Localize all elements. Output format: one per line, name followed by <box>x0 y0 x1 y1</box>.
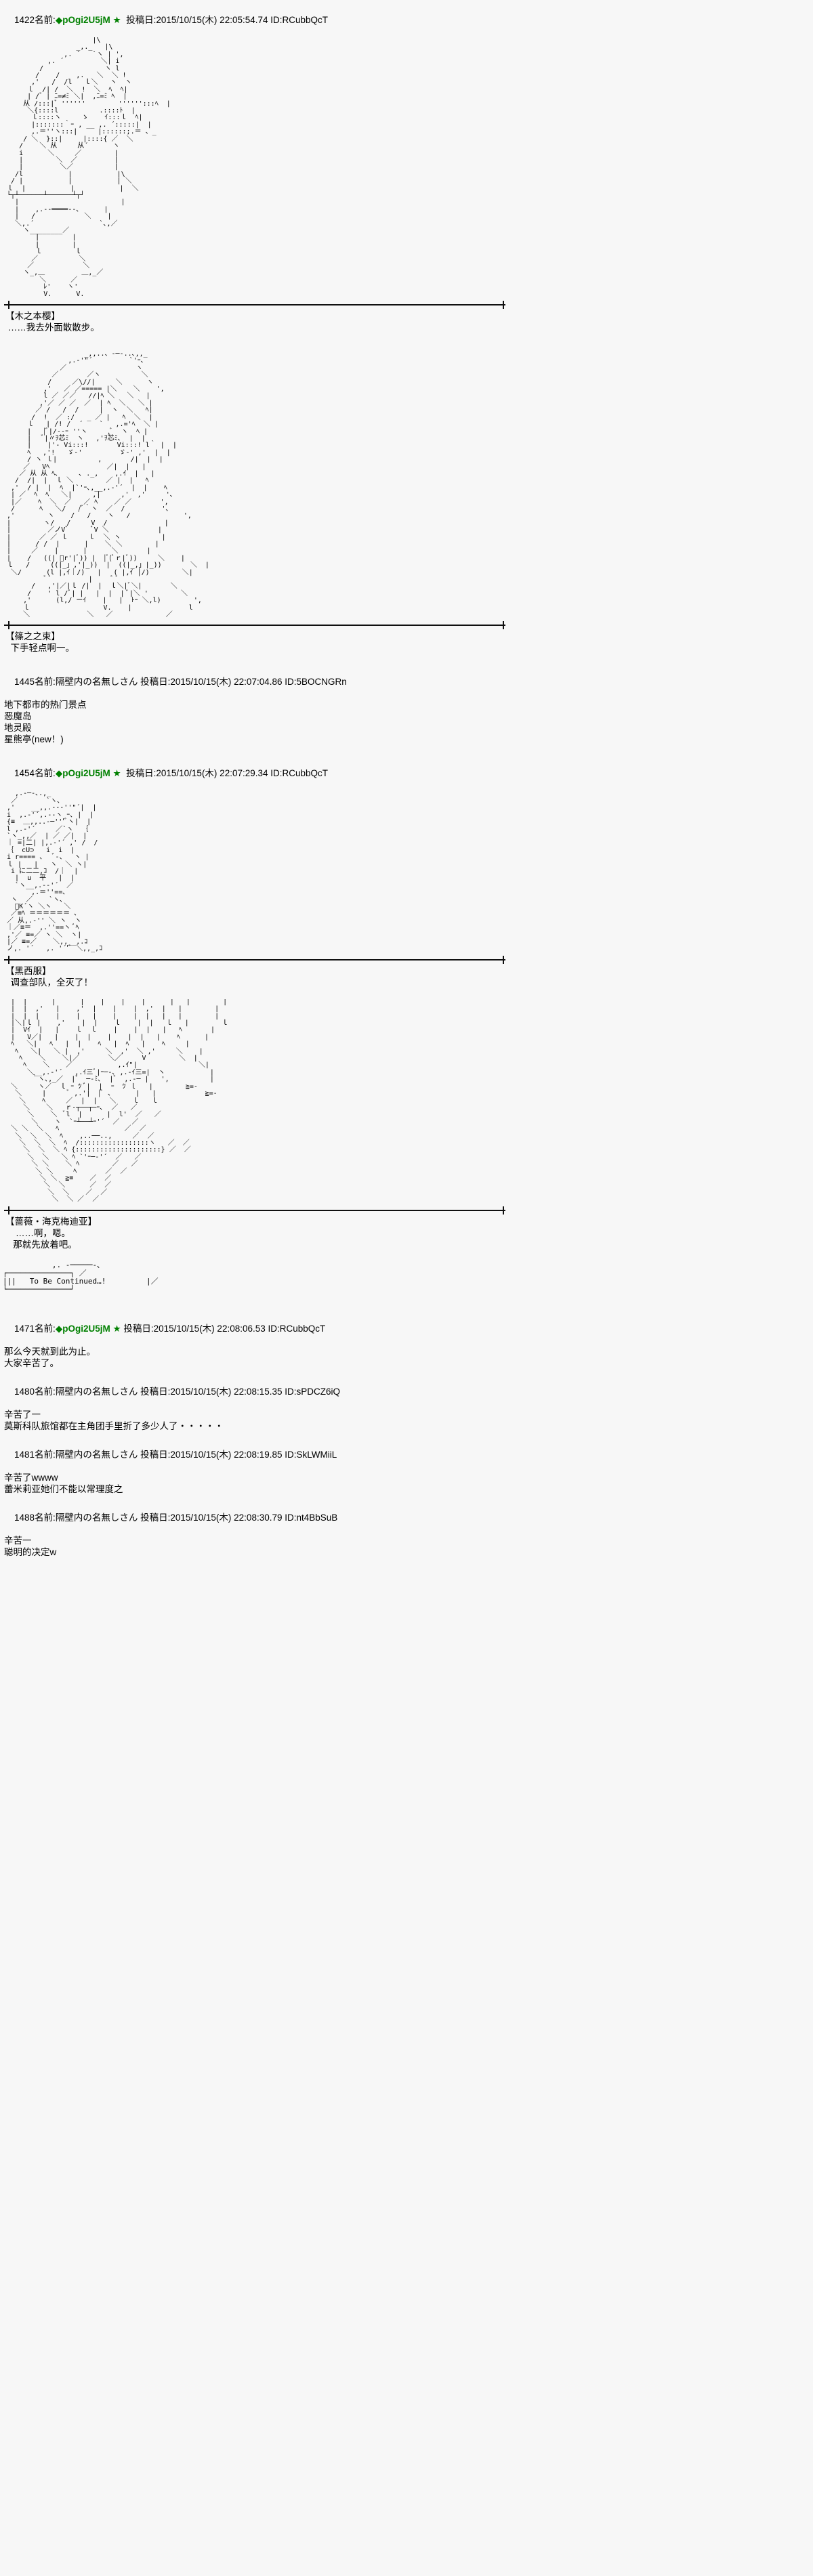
star-icon: ★ <box>112 15 121 25</box>
post-body-1481: 辛苦了wwww 蕾米莉亚她们不能以常理度之 <box>0 1472 813 1495</box>
id-label: ID: <box>268 1323 280 1334</box>
ascii-art-3: ,.-─-､.,_ ／ `ヽ､ ,' __,,.-‐‐''"´| | i ,.-… <box>7 790 103 953</box>
date-label: 投稿日: <box>140 677 171 688</box>
speaker-name-1: 【木之本樱】 <box>5 311 60 322</box>
name-label: 名前: <box>35 1323 56 1334</box>
post-body-1488: 辛苦一 聪明的决定w <box>0 1535 813 1558</box>
post-line: 聪明的决定w <box>4 1546 57 1557</box>
post-line: 辛苦了一 <box>4 1409 41 1420</box>
dialog-line-2: 下手轻点啊一。 <box>5 643 75 654</box>
post-header-1422: 1422名前:◆pOgi2U5jM ★ 投稿日:2015/10/15(木) 22… <box>0 3 813 37</box>
scene-divider-1 <box>0 299 813 310</box>
post-number[interactable]: 1445 <box>14 677 35 687</box>
id-label: ID: <box>285 1512 297 1523</box>
id-label: ID: <box>270 768 283 779</box>
post-line: 那么今天就到此为止。 <box>4 1346 96 1357</box>
post-date: 2015/10/15(木) 22:05:54.74 <box>156 15 268 25</box>
post-body-1480: 辛苦了一 莫斯科队旅馆都在主角团手里折了多少人了・・・・・ <box>0 1409 813 1432</box>
post-header-1471: 1471名前:◆pOgi2U5jM ★ 投稿日:2015/10/15(木) 22… <box>0 1311 813 1346</box>
post-author-trip[interactable]: ◆pOgi2U5jM <box>56 15 110 25</box>
post-line: 地下都市的热门景点 <box>4 700 87 711</box>
post-author-trip[interactable]: ◆pOgi2U5jM <box>56 768 110 778</box>
post-number[interactable]: 1422 <box>14 15 35 25</box>
post-line: 地灵殿 <box>4 723 32 734</box>
post-date: 2015/10/15(木) 22:07:04.86 <box>170 677 283 688</box>
id-label: ID: <box>285 1449 297 1460</box>
id-label: ID: <box>285 677 297 688</box>
post-body-1471: 那么今天就到此为止。 大家辛苦了。 <box>0 1346 813 1369</box>
post-body-1445: 地下都市的热门景点 恶魔岛 地灵殿 星熊亭(new！) <box>0 699 813 745</box>
post-id: RCubbQcT <box>282 768 329 779</box>
star-icon: ★ <box>112 1323 121 1334</box>
post-author: 隔壁内の名無しさん <box>55 1386 138 1397</box>
date-label: 投稿日: <box>140 1449 171 1460</box>
scene-divider-3 <box>0 954 813 964</box>
id-label: ID: <box>270 15 283 25</box>
post-line: 辛苦了wwww <box>4 1472 58 1483</box>
post-line: 莫斯科队旅馆都在主角团手里折了多少人了・・・・・ <box>4 1420 224 1431</box>
to-be-continued-banner: ,. -─────-､ ┌──────────────┐ ／ ||| To Be… <box>0 1261 813 1294</box>
speaker-name-3: 【黑西服】 <box>5 965 51 976</box>
dialog-line-3: 调查部队，全灭了！ <box>5 977 93 988</box>
post-number[interactable]: 1454 <box>14 768 35 778</box>
speaker-name-4: 【蔷薇・海克梅迪亚】 <box>5 1216 97 1227</box>
post-id: SkLWMiiL <box>296 1449 337 1460</box>
post-line: 蕾米莉亚她们不能以常理度之 <box>4 1483 123 1494</box>
post-date: 2015/10/15(木) 22:08:19.85 <box>170 1449 283 1460</box>
scene-divider-2 <box>0 620 813 630</box>
speaker-name-2: 【篠之之束】 <box>5 631 60 642</box>
post-author: 隔壁内の名無しさん <box>55 1512 138 1523</box>
post-id: sPDCZ6iQ <box>296 1386 341 1397</box>
post-author-trip[interactable]: ◆pOgi2U5jM <box>56 1324 110 1334</box>
post-line: 辛苦一 <box>4 1535 32 1546</box>
star-icon: ★ <box>112 768 121 779</box>
post-author: 隔壁内の名無しさん <box>55 1449 138 1460</box>
post-date: 2015/10/15(木) 22:08:15.35 <box>170 1386 283 1397</box>
post-author: 隔壁内の名無しさん <box>55 677 138 688</box>
post-line: 大家辛苦了。 <box>4 1357 59 1368</box>
post-date: 2015/10/15(木) 22:08:06.53 <box>153 1323 266 1334</box>
post-header-1454: 1454名前:◆pOgi2U5jM ★ 投稿日:2015/10/15(木) 22… <box>0 756 813 790</box>
post-line: 星熊亭(new！) <box>4 734 64 745</box>
post-id: RCubbQcT <box>279 1323 326 1334</box>
post-number[interactable]: 1480 <box>14 1387 35 1397</box>
date-label: 投稿日: <box>126 768 157 779</box>
scene-divider-4 <box>0 1205 813 1215</box>
name-label: 名前: <box>35 768 56 779</box>
name-label: 名前: <box>35 677 56 688</box>
post-date: 2015/10/15(木) 22:07:29.34 <box>156 768 268 779</box>
post-header-1480: 1480名前:隔壁内の名無しさん 投稿日:2015/10/15(木) 22:08… <box>0 1374 813 1409</box>
post-id: nt4BbSuB <box>296 1512 338 1523</box>
thread-page: 1422名前:◆pOgi2U5jM ★ 投稿日:2015/10/15(木) 22… <box>0 0 813 1558</box>
post-header-1445: 1445名前:隔壁内の名無しさん 投稿日:2015/10/15(木) 22:07… <box>0 664 813 699</box>
post-header-1488: 1488名前:隔壁内の名無しさん 投稿日:2015/10/15(木) 22:08… <box>0 1500 813 1535</box>
name-label: 名前: <box>35 1449 56 1460</box>
post-date: 2015/10/15(木) 22:08:30.79 <box>170 1512 283 1523</box>
post-header-1481: 1481名前:隔壁内の名無しさん 投稿日:2015/10/15(木) 22:08… <box>0 1437 813 1472</box>
post-line: 恶魔岛 <box>4 711 32 722</box>
dialog-line-4: ……啊，嗯。 那就先放着吧。 <box>13 1227 77 1250</box>
name-label: 名前: <box>35 1512 56 1523</box>
ascii-art-4: | | | | | | | | | | | | ,' | ,' | | | ,'… <box>11 998 228 1204</box>
post-number[interactable]: 1488 <box>14 1513 35 1523</box>
date-label: 投稿日: <box>126 15 157 25</box>
ascii-art-1: |\ _,._ |\ ,. ´ `ヽ | ', ,. ´ ＼| i / ヽ l … <box>7 37 171 298</box>
date-label: 投稿日: <box>123 1323 154 1334</box>
post-number[interactable]: 1471 <box>14 1324 35 1334</box>
post-number[interactable]: 1481 <box>14 1450 35 1460</box>
name-label: 名前: <box>35 1386 56 1397</box>
dialog-line-1: ……我去外面散散步。 <box>5 322 100 333</box>
name-label: 名前: <box>35 15 56 25</box>
date-label: 投稿日: <box>140 1386 171 1397</box>
date-label: 投稿日: <box>140 1512 171 1523</box>
tbc-art-bot: └──────────────┘ <box>3 1284 75 1294</box>
post-id: RCubbQcT <box>282 15 329 25</box>
id-label: ID: <box>285 1386 297 1397</box>
post-id: 5BOCNGRn <box>296 677 347 688</box>
ascii-art-2: _,,..、-─-..､,,_ ,.-'"´ `'ｰ､ ／ ヽ ／ ／ヽ ＼ /… <box>7 351 209 619</box>
